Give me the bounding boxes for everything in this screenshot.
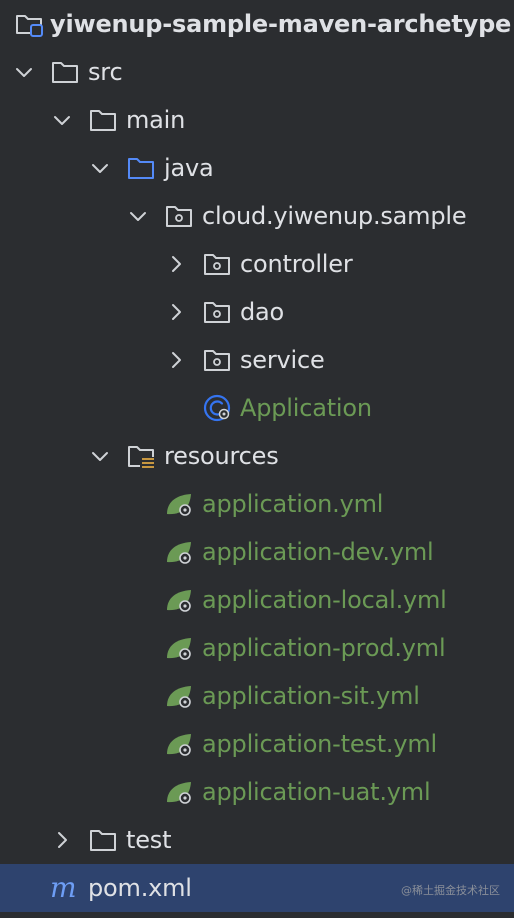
resources-folder-icon [128,446,154,468]
tree-row-controller[interactable]: controller [0,240,514,288]
file-label-pom: pom.xml [88,874,192,902]
spring-config-icon [167,638,191,660]
module-folder-icon [16,15,43,37]
project-name: yiwenup-sample-maven-archetype [50,10,512,38]
chevron-down-icon[interactable] [90,446,110,466]
source-folder-icon [128,158,154,179]
tree-row-java[interactable]: java [0,144,514,192]
spring-config-icon [167,542,191,564]
config-file-label: application-dev.yml [202,538,434,566]
tree-row-resources[interactable]: resources [0,432,514,480]
tree-row-service[interactable]: service [0,336,514,384]
spring-config-icon [167,494,191,516]
folder-label-resources: resources [164,442,279,470]
tree-row-config-file[interactable]: application-prod.yml [0,624,514,672]
folder-label-main: main [126,106,186,134]
tree-row-config-file[interactable]: application-dev.yml [0,528,514,576]
package-folder-icon [204,254,230,275]
maven-icon: m [50,871,77,904]
chevron-down-icon[interactable] [128,206,148,226]
folder-icon [90,830,116,851]
tree-row-package[interactable]: cloud.yiwenup.sample [0,192,514,240]
folder-label-test: test [126,826,172,854]
spring-boot-class-icon [203,394,231,422]
chevron-right-icon[interactable] [166,254,186,274]
chevron-down-icon[interactable] [52,110,72,130]
package-folder-icon [166,206,192,227]
tree-row-application[interactable]: Application [0,384,514,432]
tree-row-test[interactable]: test [0,816,514,864]
package-label-dao: dao [240,298,285,326]
tree-row-main[interactable]: main [0,96,514,144]
spring-config-icon [167,686,191,708]
tree-row-dao[interactable]: dao [0,288,514,336]
config-file-label: application-local.yml [202,586,447,614]
package-label-service: service [240,346,325,374]
chevron-right-icon[interactable] [166,302,186,322]
chevron-right-icon[interactable] [52,830,72,850]
tree-row-src[interactable]: src [0,48,514,96]
config-file-label: application-prod.yml [202,634,446,662]
spring-config-icon [167,734,191,756]
package-folder-icon [204,302,230,323]
chevron-right-icon[interactable] [166,350,186,370]
folder-label-java: java [164,154,214,182]
folder-icon [90,110,116,131]
folder-label-src: src [88,58,123,86]
config-file-label: application-sit.yml [202,682,420,710]
watermark: @稀土掘金技术社区 [401,884,500,897]
package-label: cloud.yiwenup.sample [202,202,467,230]
chevron-down-icon[interactable] [90,158,110,178]
tree-row-config-file[interactable]: application.yml [0,480,514,528]
project-tree: yiwenup-sample-maven-archetype src main … [0,0,514,918]
tree-row-config-file[interactable]: application-test.yml [0,720,514,768]
config-file-label: application-uat.yml [202,778,431,806]
tree-row-config-file[interactable]: application-uat.yml [0,768,514,816]
spring-config-icon [167,590,191,612]
chevron-down-icon[interactable] [14,62,34,82]
package-label-controller: controller [240,250,353,278]
tree-row-config-file[interactable]: application-sit.yml [0,672,514,720]
folder-icon [52,62,78,83]
class-label-application: Application [240,394,372,422]
tree-row-project[interactable]: yiwenup-sample-maven-archetype [0,0,514,48]
spring-config-icon [167,782,191,804]
config-file-label: application.yml [202,490,384,518]
package-folder-icon [204,350,230,371]
config-file-label: application-test.yml [202,730,438,758]
tree-row-config-file[interactable]: application-local.yml [0,576,514,624]
